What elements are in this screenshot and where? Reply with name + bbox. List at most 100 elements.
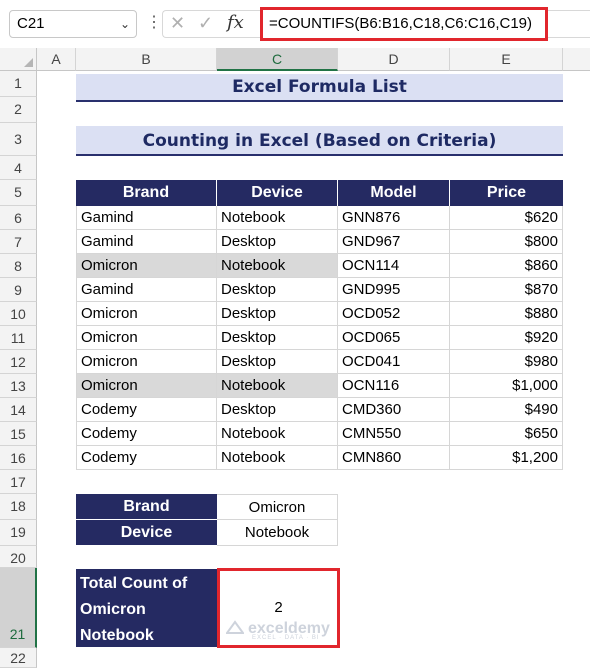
table-cell[interactable]: OCD065	[338, 326, 450, 350]
sheet-subtitle: Counting in Excel (Based on Criteria)	[76, 126, 563, 156]
table-cell[interactable]: Gamind	[76, 206, 217, 230]
row-header-11[interactable]: 11	[0, 326, 37, 350]
row-header-6[interactable]: 6	[0, 206, 37, 230]
table-cell-highlighted[interactable]: Notebook	[217, 374, 338, 398]
column-header-f[interactable]	[563, 48, 590, 71]
criteria-device-label[interactable]: Device	[76, 520, 217, 546]
table-cell[interactable]: Desktop	[217, 398, 338, 422]
table-cell[interactable]: Desktop	[217, 230, 338, 254]
column-header-b[interactable]: B	[76, 48, 217, 71]
table-cell[interactable]: OCN116	[338, 374, 450, 398]
column-header-c[interactable]: C	[217, 48, 338, 71]
table-cell[interactable]: Omicron	[76, 302, 217, 326]
sheet-title: Excel Formula List	[76, 74, 563, 102]
insert-function-icon[interactable]: fx	[227, 12, 244, 33]
row-header-17[interactable]: 17	[0, 470, 37, 494]
table-cell[interactable]: $620	[450, 206, 563, 230]
table-cell[interactable]: Notebook	[217, 446, 338, 470]
table-cell-highlighted[interactable]: Omicron	[76, 374, 217, 398]
row-header-2[interactable]: 2	[0, 97, 37, 123]
exceldemy-logo-icon	[226, 620, 244, 634]
table-cell[interactable]: Omicron	[76, 350, 217, 374]
total-count-label[interactable]: Total Count of Omicron Notebook	[76, 569, 217, 647]
column-header-d[interactable]: D	[338, 48, 450, 71]
table-cell[interactable]: Notebook	[217, 206, 338, 230]
row-header-1[interactable]: 1	[0, 71, 37, 97]
select-all-corner[interactable]	[0, 48, 37, 71]
header-device[interactable]: Device	[217, 180, 338, 206]
table-cell[interactable]: $800	[450, 230, 563, 254]
table-cell[interactable]: $650	[450, 422, 563, 446]
table-cell[interactable]: Codemy	[76, 446, 217, 470]
table-cell[interactable]: Desktop	[217, 278, 338, 302]
table-cell[interactable]: Codemy	[76, 422, 217, 446]
column-header-a[interactable]: A	[37, 48, 76, 71]
table-cell[interactable]: GNN876	[338, 206, 450, 230]
table-cell[interactable]: GND967	[338, 230, 450, 254]
table-cell[interactable]: CMN860	[338, 446, 450, 470]
row-header-15[interactable]: 15	[0, 422, 37, 446]
table-cell[interactable]: CMD360	[338, 398, 450, 422]
column-header-e[interactable]: E	[450, 48, 563, 71]
table-cell[interactable]: $880	[450, 302, 563, 326]
table-cell[interactable]: $1,200	[450, 446, 563, 470]
row-header-21[interactable]: 21	[0, 568, 37, 648]
table-cell[interactable]: $860	[450, 254, 563, 278]
table-cell[interactable]: OCD041	[338, 350, 450, 374]
row-header-20[interactable]: 20	[0, 546, 37, 568]
criteria-device-value[interactable]: Notebook	[217, 520, 338, 546]
name-box-value: C21	[17, 15, 45, 32]
row-header-16[interactable]: 16	[0, 446, 37, 470]
criteria-brand-value[interactable]: Omicron	[217, 494, 338, 520]
table-cell[interactable]: $870	[450, 278, 563, 302]
header-price[interactable]: Price	[450, 180, 563, 206]
enter-check-icon[interactable]: ✓	[198, 13, 213, 34]
table-cell[interactable]: Gamind	[76, 230, 217, 254]
chevron-down-icon[interactable]: ⌄	[120, 11, 130, 37]
formula-controls: ✕ ✓ fx	[162, 10, 260, 38]
table-cell[interactable]: $920	[450, 326, 563, 350]
row-header-22[interactable]: 22	[0, 648, 37, 668]
table-cell[interactable]: Desktop	[217, 302, 338, 326]
table-cell[interactable]: CMN550	[338, 422, 450, 446]
total-count-label-line-3: Notebook	[80, 627, 154, 644]
cancel-icon[interactable]: ✕	[170, 13, 185, 34]
row-header-13[interactable]: 13	[0, 374, 37, 398]
row-header-4[interactable]: 4	[0, 156, 37, 180]
name-box[interactable]: C21 ⌄	[9, 10, 137, 38]
watermark-tagline: EXCEL · DATA · BI	[252, 635, 320, 641]
table-cell[interactable]: OCN114	[338, 254, 450, 278]
table-cell[interactable]: Notebook	[217, 422, 338, 446]
formula-input[interactable]: =COUNTIFS(B6:B16,C18,C6:C16,C19)	[260, 7, 548, 41]
table-cell[interactable]: Gamind	[76, 278, 217, 302]
row-header-10[interactable]: 10	[0, 302, 37, 326]
total-count-label-line-1: Total Count of	[80, 575, 188, 592]
table-cell[interactable]: $490	[450, 398, 563, 422]
row-header-7[interactable]: 7	[0, 230, 37, 254]
row-header-9[interactable]: 9	[0, 278, 37, 302]
row-header-8[interactable]: 8	[0, 254, 37, 278]
row-header-19[interactable]: 19	[0, 520, 37, 546]
table-cell[interactable]: OCD052	[338, 302, 450, 326]
table-cell[interactable]: Codemy	[76, 398, 217, 422]
total-count-label-line-2: Omicron	[80, 601, 146, 618]
table-cell[interactable]: GND995	[338, 278, 450, 302]
row-header-18[interactable]: 18	[0, 494, 37, 520]
table-cell-highlighted[interactable]: Omicron	[76, 254, 217, 278]
row-header-14[interactable]: 14	[0, 398, 37, 422]
table-cell[interactable]: Omicron	[76, 326, 217, 350]
table-cell[interactable]: Desktop	[217, 350, 338, 374]
formula-bar-extension	[548, 10, 590, 38]
more-options-icon[interactable]: ⋮	[146, 12, 162, 34]
table-cell[interactable]: $980	[450, 350, 563, 374]
header-brand[interactable]: Brand	[76, 180, 217, 206]
criteria-brand-label[interactable]: Brand	[76, 494, 217, 520]
row-header-12[interactable]: 12	[0, 350, 37, 374]
table-cell[interactable]: Desktop	[217, 326, 338, 350]
table-cell-highlighted[interactable]: Notebook	[217, 254, 338, 278]
row-header-3[interactable]: 3	[0, 123, 37, 156]
table-cell[interactable]: $1,000	[450, 374, 563, 398]
formula-bar: C21 ⌄ ⋮ ✕ ✓ fx =COUNTIFS(B6:B16,C18,C6:C…	[0, 0, 590, 48]
row-header-5[interactable]: 5	[0, 180, 37, 206]
header-model[interactable]: Model	[338, 180, 450, 206]
